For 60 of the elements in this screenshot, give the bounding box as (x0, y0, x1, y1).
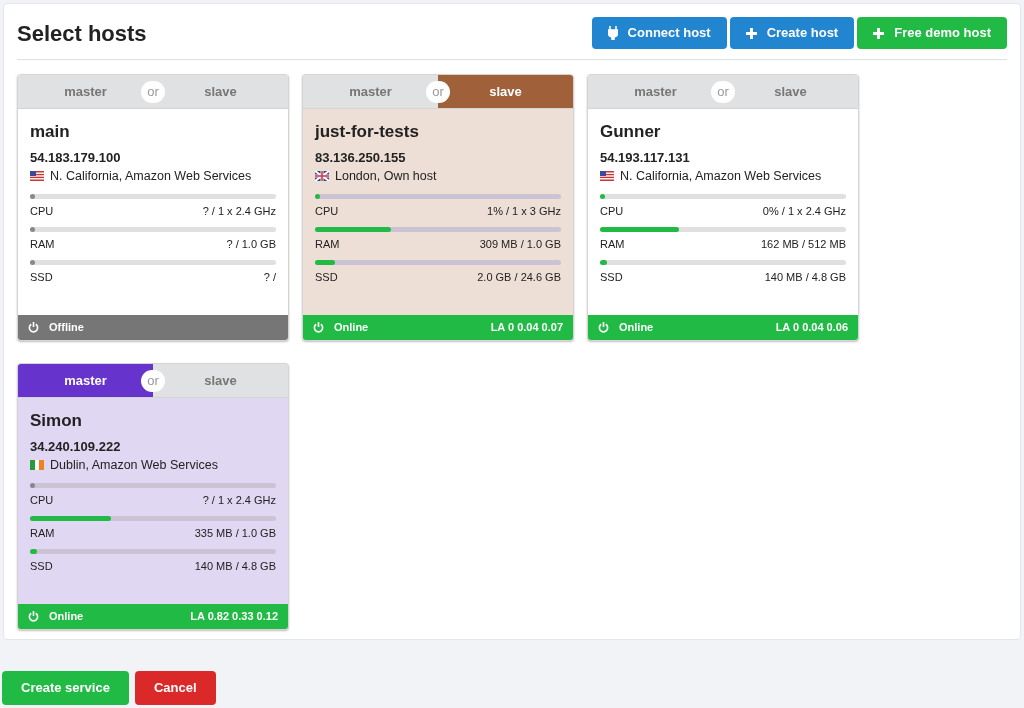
host-location: Dublin, Amazon Web Services (50, 457, 218, 474)
meter-label: RAM (315, 237, 340, 251)
meter-label: CPU (315, 204, 339, 218)
meter-reading: ? / (263, 270, 276, 284)
meter-label: SSD (30, 270, 53, 284)
meter-label: CPU (30, 493, 54, 507)
meter-label: SSD (600, 270, 623, 284)
load-average: LA 0 0.04 0.07 (490, 320, 563, 336)
meter-label: SSD (30, 559, 53, 573)
host-location: London, Own host (335, 168, 437, 185)
host-name: main (30, 121, 71, 143)
plug-icon (607, 26, 618, 40)
plus-icon (873, 27, 885, 39)
meter-reading: ? / 1 x 2.4 GHz (202, 204, 276, 218)
load-average: LA 0 0.04 0.06 (775, 320, 848, 336)
meter-reading: ? / 1.0 GB (226, 237, 276, 251)
meter-reading: 0% / 1 x 2.4 GHz (762, 204, 846, 218)
status-label: Online (619, 320, 654, 336)
meter-reading: 335 MB / 1.0 GB (194, 526, 276, 540)
power-icon (28, 322, 39, 333)
meter-reading: ? / 1 x 2.4 GHz (202, 493, 276, 507)
plus-icon (745, 27, 757, 39)
meter-label: RAM (600, 237, 625, 251)
meter-reading: 140 MB / 4.8 GB (764, 270, 846, 284)
status-label: Online (334, 320, 369, 336)
meter-label: CPU (30, 204, 54, 218)
host-name: Gunner (600, 121, 662, 143)
meter-label: CPU (600, 204, 624, 218)
load-average: LA 0.82 0.33 0.12 (190, 609, 278, 625)
add-host-button[interactable]: Create host (729, 17, 855, 49)
meter-label: SSD (315, 270, 338, 284)
cancel-button[interactable]: Cancel (134, 671, 216, 705)
status-label: Online (49, 609, 84, 625)
meter-reading: 2.0 GB / 24.6 GB (477, 270, 561, 284)
connect-host-button[interactable]: Connect host (591, 17, 727, 49)
flag-icon (315, 171, 329, 181)
meter-label: RAM (30, 526, 55, 540)
host-location: N. California, Amazon Web Services (620, 168, 822, 185)
host-ip: 83.136.250.155 (315, 149, 407, 167)
meter-reading: 309 MB / 1.0 GB (479, 237, 561, 251)
flag-icon (30, 171, 44, 181)
flag-icon (30, 460, 44, 470)
meter-label: RAM (30, 237, 55, 251)
meter-reading: 162 MB / 512 MB (761, 237, 846, 251)
meter-reading: 140 MB / 4.8 GB (194, 559, 276, 573)
meter-reading: 1% / 1 x 3 GHz (487, 204, 561, 218)
host-name: Simon (30, 410, 83, 432)
flag-icon (600, 171, 614, 181)
host-name: just-for-tests (315, 121, 420, 143)
status-label: Offline (49, 320, 84, 336)
power-icon (598, 322, 609, 333)
host-ip: 54.193.117.131 (600, 149, 691, 167)
host-ip: 34.240.109.222 (30, 438, 122, 456)
power-icon (313, 322, 324, 333)
host-ip: 54.183.179.100 (30, 149, 122, 167)
power-icon (28, 611, 39, 622)
page-title: Select hosts (17, 19, 147, 48)
host-location: N. California, Amazon Web Services (50, 168, 252, 185)
create-service-button[interactable]: Create service (2, 671, 129, 705)
add-host-button[interactable]: Free demo host (857, 17, 1007, 49)
